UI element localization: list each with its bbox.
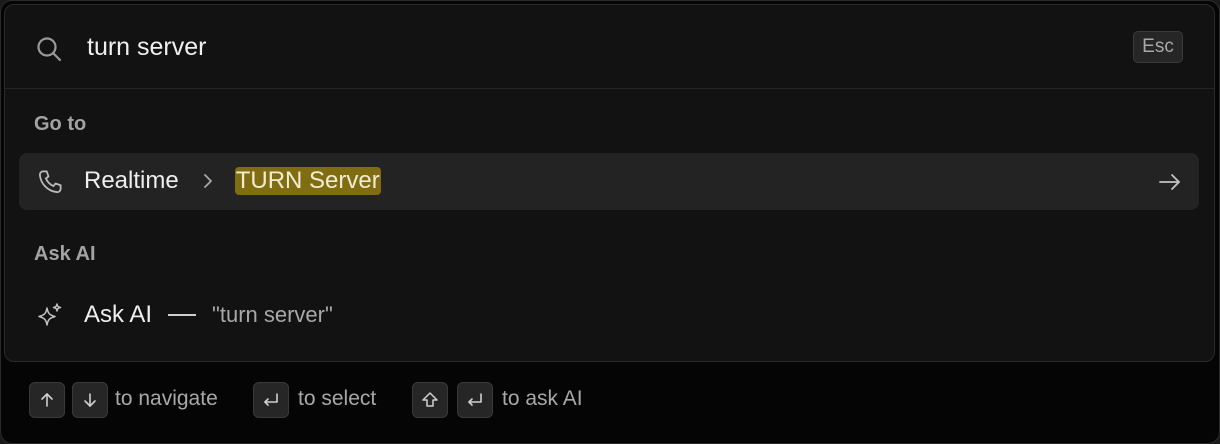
search-input[interactable]	[87, 29, 1067, 65]
result-path: Realtime TURN Server	[84, 166, 381, 196]
command-panel: Esc Go to Realtime TURN Server Ask AI	[4, 4, 1215, 362]
arrow-up-key	[29, 382, 65, 418]
keyboard-hints-footer: to navigate to select to ask AI	[1, 361, 1219, 443]
em-dash-divider	[168, 314, 197, 316]
shift-icon	[422, 392, 438, 407]
enter-icon	[468, 393, 482, 406]
ask-ai-item[interactable]: Ask AI "turn server"	[19, 287, 1199, 343]
sparkle-icon	[38, 303, 62, 326]
hint-ask-ai: to ask AI	[502, 387, 583, 410]
section-label-goto: Go to	[34, 113, 87, 135]
goto-result-item[interactable]: Realtime TURN Server	[19, 153, 1199, 210]
result-parent: Realtime	[84, 167, 179, 194]
search-bar: Esc	[5, 5, 1214, 89]
result-match-highlight: TURN Server	[234, 167, 381, 195]
enter-key-ask	[457, 382, 493, 418]
hint-navigate: to navigate	[115, 387, 218, 410]
command-palette: Esc Go to Realtime TURN Server Ask AI	[0, 0, 1220, 444]
ask-ai-query: "turn server"	[212, 302, 333, 327]
ask-ai-text: Ask AI "turn server"	[84, 300, 333, 330]
enter-icon	[264, 393, 278, 406]
phone-icon	[39, 170, 62, 193]
search-icon	[37, 37, 62, 62]
shift-key	[412, 382, 448, 418]
arrow-down-icon	[84, 393, 96, 407]
arrow-right-icon	[1159, 174, 1180, 190]
ask-ai-label: Ask AI	[84, 301, 153, 328]
arrow-up-icon	[41, 393, 53, 407]
esc-button[interactable]: Esc	[1133, 31, 1183, 63]
section-label-ask-ai: Ask AI	[34, 243, 96, 265]
hint-select: to select	[298, 387, 377, 410]
chevron-right-icon	[203, 174, 212, 188]
enter-key	[253, 382, 289, 418]
arrow-down-key	[72, 382, 108, 418]
